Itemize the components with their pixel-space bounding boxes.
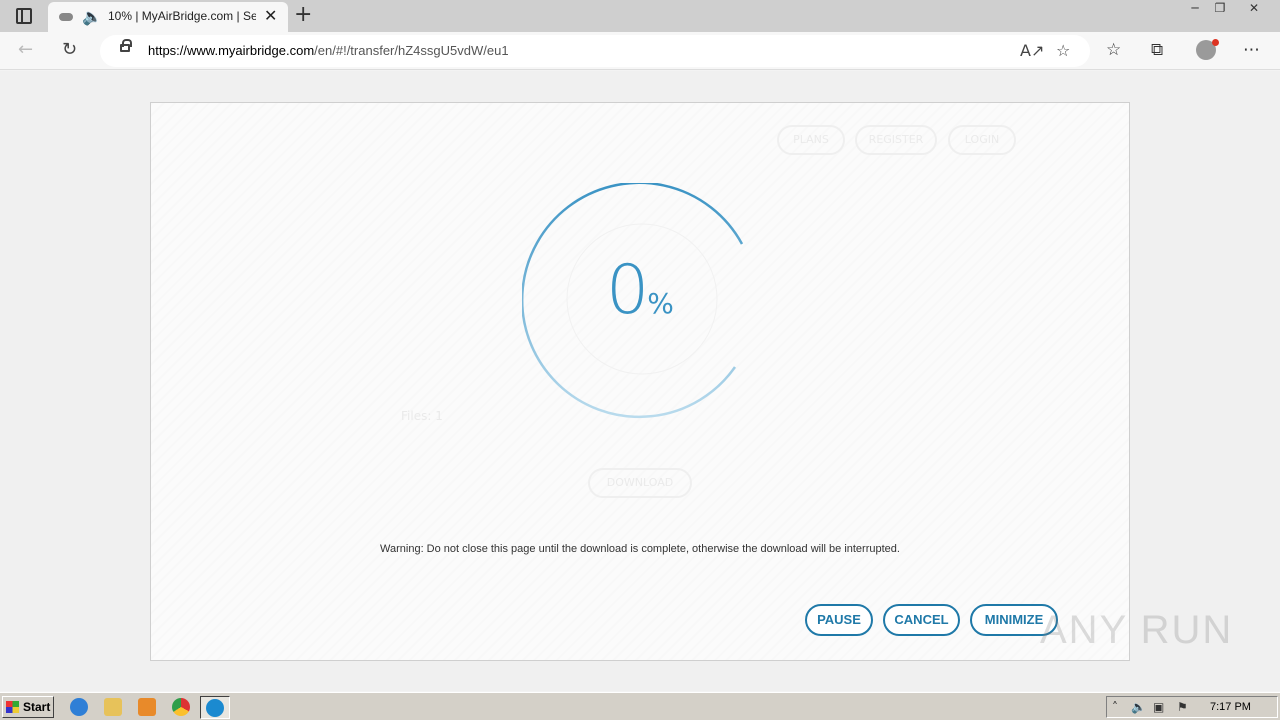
login-link-faded: LOGIN — [948, 125, 1016, 155]
files-count-faded: Files: 1 — [401, 409, 443, 423]
favorites-icon[interactable]: ☆ — [1106, 40, 1121, 60]
browser-tab-strip: 🔈 10% | MyAirBridge.com | Se ✕ + ─ ❐ ✕ — [0, 0, 1280, 32]
new-tab-icon[interactable]: + — [294, 3, 312, 27]
system-tray: ˄ 🔈 ▣ ⚑ 7:17 PM — [1106, 696, 1278, 718]
start-button[interactable]: Start — [2, 696, 54, 718]
file-explorer-icon[interactable] — [104, 698, 122, 716]
network-icon[interactable]: ▣ — [1153, 700, 1164, 714]
show-hidden-icons[interactable]: ˄ — [1112, 700, 1118, 714]
browser-toolbar: ← ↻ https://www.myairbridge.com/en/#!/tr… — [0, 32, 1280, 70]
percent-value: 0 — [606, 251, 649, 330]
start-label: Start — [23, 700, 51, 714]
more-options-icon[interactable]: ⋯ — [1243, 40, 1260, 60]
edge-taskbar-button[interactable] — [200, 696, 230, 719]
progress-percentage: 0% — [606, 251, 674, 330]
cancel-button[interactable]: CANCEL — [883, 604, 960, 636]
register-link-faded: REGISTER — [855, 125, 937, 155]
back-icon[interactable]: ← — [18, 40, 33, 60]
close-tab-icon[interactable]: ✕ — [264, 7, 277, 25]
collections-icon[interactable]: ⧉ — [1151, 40, 1163, 60]
plans-link-faded: PLANS — [777, 125, 845, 155]
download-warning: Warning: Do not close this page until th… — [380, 543, 900, 555]
speaker-icon[interactable]: 🔈 — [82, 8, 102, 26]
address-bar[interactable]: https://www.myairbridge.com/en/#!/transf… — [100, 35, 1090, 67]
pause-button[interactable]: PAUSE — [805, 604, 873, 636]
edge-icon — [206, 699, 224, 717]
internet-explorer-icon[interactable] — [70, 698, 88, 716]
add-favorite-icon[interactable]: ☆ — [1056, 41, 1070, 61]
url-host: https://www.myairbridge.com — [148, 43, 315, 58]
windows-taskbar: Start ˄ 🔈 ▣ ⚑ 7:17 PM — [0, 692, 1280, 720]
read-aloud-icon[interactable]: A↗ — [1020, 41, 1044, 61]
url-path: /en/#!/transfer/hZ4ssgU5vdW/eu1 — [314, 43, 509, 58]
download-overlay-panel: PLANS REGISTER LOGIN Files: 1 DOWNLOAD 0… — [150, 102, 1130, 661]
restore-window-icon[interactable]: ❐ — [1209, 0, 1231, 16]
web-page: PLANS REGISTER LOGIN Files: 1 DOWNLOAD 0… — [0, 71, 1280, 691]
minimize-window-icon[interactable]: ─ — [1184, 0, 1206, 16]
close-window-icon[interactable]: ✕ — [1243, 0, 1265, 16]
chrome-icon[interactable] — [172, 698, 190, 716]
browser-tab-active[interactable]: 🔈 10% | MyAirBridge.com | Se ✕ — [48, 2, 288, 32]
windows-logo-icon — [6, 701, 19, 713]
tab-title: 10% | MyAirBridge.com | Se — [108, 9, 256, 23]
volume-icon[interactable]: 🔈 — [1131, 700, 1146, 714]
profile-avatar-icon[interactable] — [1196, 39, 1219, 60]
download-button-faded: DOWNLOAD — [588, 468, 692, 498]
address-url[interactable]: https://www.myairbridge.com/en/#!/transf… — [148, 43, 509, 58]
cloud-favicon-icon — [59, 13, 73, 21]
tab-actions-icon[interactable] — [16, 8, 32, 24]
action-center-flag-icon[interactable]: ⚑ — [1177, 700, 1188, 714]
percent-sign: % — [647, 287, 674, 320]
refresh-icon[interactable]: ↻ — [62, 40, 77, 60]
clock[interactable]: 7:17 PM — [1210, 701, 1251, 713]
anyrun-watermark: ANY RUN — [1040, 608, 1234, 652]
media-player-icon[interactable] — [138, 698, 156, 716]
lock-icon[interactable] — [120, 39, 132, 52]
